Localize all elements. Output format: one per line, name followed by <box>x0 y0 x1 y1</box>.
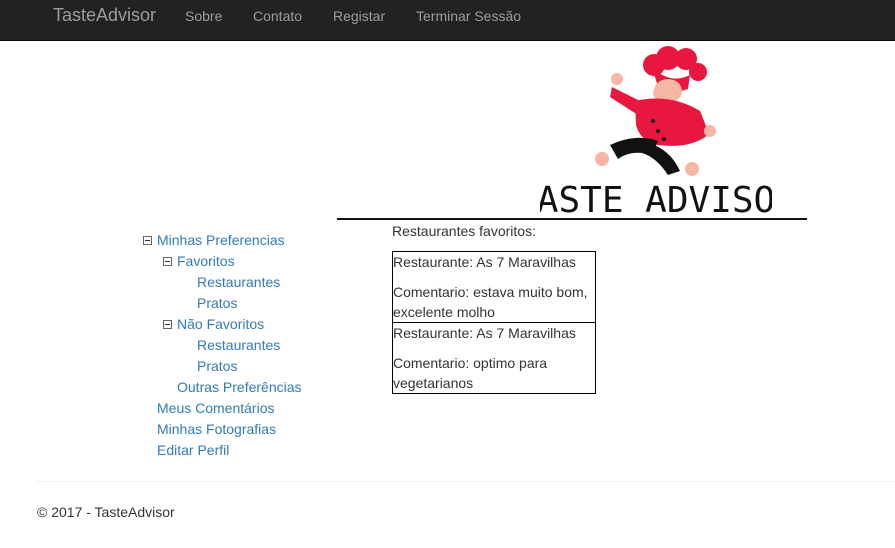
logo-text: TASTE ADVISOR <box>540 180 772 217</box>
review-comment-line: Comentario: optimo para <box>393 355 548 371</box>
favorite-restaurants-title: Restaurantes favoritos: <box>392 223 536 239</box>
taste-advisor-logo: TASTE ADVISOR <box>515 45 797 221</box>
nav-link-contato[interactable]: Contato <box>253 6 302 26</box>
tree-item-nao-favoritos-pratos[interactable]: Pratos <box>197 357 237 375</box>
brand-link[interactable]: TasteAdvisor <box>53 5 156 25</box>
link-meus-comentarios[interactable]: Meus Comentários <box>157 399 275 417</box>
review-restaurant: Restaurante: As 7 Maravilhas <box>393 254 576 270</box>
top-navbar: TasteAdvisor Sobre Contato Registar Term… <box>0 0 895 41</box>
tree-item-outras-preferencias[interactable]: Outras Preferências <box>177 378 302 396</box>
review-comment-line: Comentario: estava muito bom, <box>393 284 588 300</box>
review-card: Restaurante: As 7 Maravilhas Comentario:… <box>392 322 596 394</box>
header-divider <box>337 218 807 220</box>
review-comment-line: excelente molho <box>393 304 495 320</box>
collapse-icon[interactable] <box>163 320 172 329</box>
nav-link-registar[interactable]: Registar <box>333 6 385 26</box>
review-card: Restaurante: As 7 Maravilhas Comentario:… <box>392 251 596 323</box>
collapse-icon[interactable] <box>143 236 152 245</box>
tree-item-favoritos-pratos[interactable]: Pratos <box>197 294 237 312</box>
tree-item-minhas-preferencias[interactable]: Minhas Preferencias <box>157 231 285 249</box>
review-restaurant: Restaurante: As 7 Maravilhas <box>393 325 576 341</box>
nav-link-terminar-sessao[interactable]: Terminar Sessão <box>416 6 521 26</box>
nav-link-sobre[interactable]: Sobre <box>185 6 222 26</box>
footer-divider <box>37 481 895 482</box>
review-comment-line: vegetarianos <box>393 375 474 391</box>
tree-item-nao-favoritos[interactable]: Não Favoritos <box>177 315 264 333</box>
tree-item-favoritos-restaurantes[interactable]: Restaurantes <box>197 273 280 291</box>
link-editar-perfil[interactable]: Editar Perfil <box>157 441 229 459</box>
tree-item-favoritos[interactable]: Favoritos <box>177 252 235 270</box>
chef-logo-image: TASTE ADVISOR <box>515 46 797 221</box>
collapse-icon[interactable] <box>163 257 172 266</box>
link-minhas-fotografias[interactable]: Minhas Fotografias <box>157 420 276 438</box>
footer-copyright: © 2017 - TasteAdvisor <box>37 504 175 520</box>
tree-item-nao-favoritos-restaurantes[interactable]: Restaurantes <box>197 336 280 354</box>
